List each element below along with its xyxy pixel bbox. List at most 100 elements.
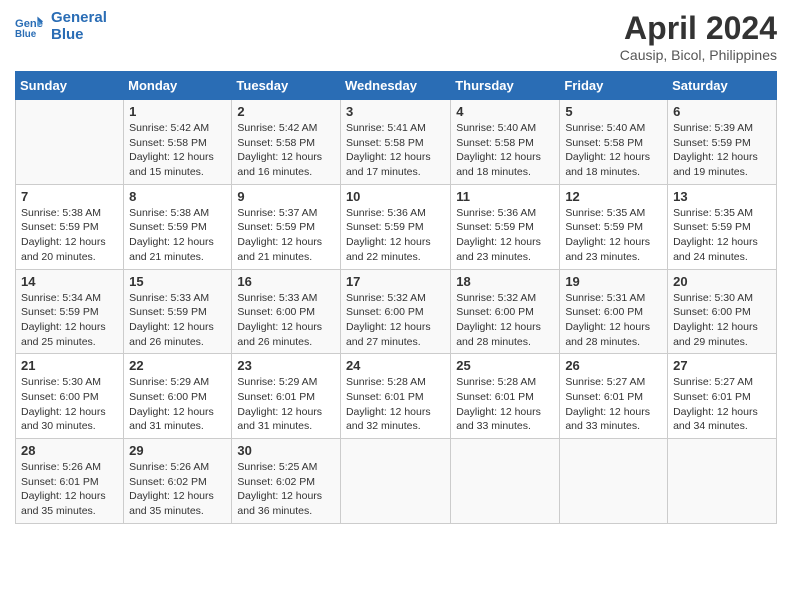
calendar-cell: 9 Sunrise: 5:37 AM Sunset: 5:59 PM Daylig…: [232, 184, 341, 269]
header-row: SundayMondayTuesdayWednesdayThursdayFrid…: [16, 72, 777, 100]
day-info: Sunrise: 5:29 AM Sunset: 6:01 PM Dayligh…: [237, 375, 335, 434]
day-number: 8: [129, 189, 226, 204]
calendar-cell: 26 Sunrise: 5:27 AM Sunset: 6:01 PM Dayli…: [560, 354, 668, 439]
day-number: 12: [565, 189, 662, 204]
day-info: Sunrise: 5:25 AM Sunset: 6:02 PM Dayligh…: [237, 460, 335, 519]
weekday-header-friday: Friday: [560, 72, 668, 100]
calendar-cell: 28 Sunrise: 5:26 AM Sunset: 6:01 PM Dayli…: [16, 439, 124, 524]
weekday-header-thursday: Thursday: [451, 72, 560, 100]
day-number: 26: [565, 358, 662, 373]
day-number: 25: [456, 358, 554, 373]
calendar-cell: 18Sunrise: 5:32 AM Sunset: 6:00 PM Dayli…: [451, 269, 560, 354]
calendar-cell: 23 Sunrise: 5:29 AM Sunset: 6:01 PM Dayli…: [232, 354, 341, 439]
day-number: 11: [456, 189, 554, 204]
calendar-cell: 7Sunrise: 5:38 AM Sunset: 5:59 PM Daylig…: [16, 184, 124, 269]
day-info: Sunrise: 5:29 AM Sunset: 6:00 PM Dayligh…: [129, 375, 226, 434]
day-number: 6: [673, 104, 771, 119]
day-number: 17: [346, 274, 445, 289]
day-number: 21: [21, 358, 118, 373]
calendar-cell: 16 Sunrise: 5:33 AM Sunset: 6:00 PM Dayli…: [232, 269, 341, 354]
week-row-4: 21 Sunrise: 5:30 AM Sunset: 6:00 PM Dayli…: [16, 354, 777, 439]
day-info: Sunrise: 5:32 AM Sunset: 6:00 PM Dayligh…: [456, 291, 554, 350]
calendar-cell: 17 Sunrise: 5:32 AM Sunset: 6:00 PM Dayli…: [340, 269, 450, 354]
day-info: Sunrise: 5:38 AM Sunset: 5:59 PM Dayligh…: [21, 206, 118, 265]
weekday-header-saturday: Saturday: [668, 72, 777, 100]
calendar-cell: 11Sunrise: 5:36 AM Sunset: 5:59 PM Dayli…: [451, 184, 560, 269]
calendar-cell: 21 Sunrise: 5:30 AM Sunset: 6:00 PM Dayli…: [16, 354, 124, 439]
day-info: Sunrise: 5:41 AM Sunset: 5:58 PM Dayligh…: [346, 121, 445, 180]
calendar-cell: 1 Sunrise: 5:42 AM Sunset: 5:58 PM Daylig…: [124, 100, 232, 185]
day-info: Sunrise: 5:40 AM Sunset: 5:58 PM Dayligh…: [456, 121, 554, 180]
day-info: Sunrise: 5:33 AM Sunset: 6:00 PM Dayligh…: [237, 291, 335, 350]
calendar-cell: 2Sunrise: 5:42 AM Sunset: 5:58 PM Daylig…: [232, 100, 341, 185]
day-info: Sunrise: 5:42 AM Sunset: 5:58 PM Dayligh…: [237, 121, 335, 180]
calendar-cell: [451, 439, 560, 524]
day-number: 30: [237, 443, 335, 458]
day-number: 13: [673, 189, 771, 204]
day-info: Sunrise: 5:35 AM Sunset: 5:59 PM Dayligh…: [673, 206, 771, 265]
day-info: Sunrise: 5:39 AM Sunset: 5:59 PM Dayligh…: [673, 121, 771, 180]
calendar-cell: 8 Sunrise: 5:38 AM Sunset: 5:59 PM Daylig…: [124, 184, 232, 269]
day-info: Sunrise: 5:26 AM Sunset: 6:01 PM Dayligh…: [21, 460, 118, 519]
calendar-cell: [340, 439, 450, 524]
day-number: 29: [129, 443, 226, 458]
calendar-cell: 13 Sunrise: 5:35 AM Sunset: 5:59 PM Dayli…: [668, 184, 777, 269]
calendar-cell: [560, 439, 668, 524]
day-info: Sunrise: 5:40 AM Sunset: 5:58 PM Dayligh…: [565, 121, 662, 180]
logo-text: GeneralBlue: [51, 10, 107, 43]
day-number: 3: [346, 104, 445, 119]
svg-text:Blue: Blue: [15, 28, 37, 39]
day-info: Sunrise: 5:28 AM Sunset: 6:01 PM Dayligh…: [346, 375, 445, 434]
day-info: Sunrise: 5:30 AM Sunset: 6:00 PM Dayligh…: [673, 291, 771, 350]
day-info: Sunrise: 5:27 AM Sunset: 6:01 PM Dayligh…: [565, 375, 662, 434]
day-info: Sunrise: 5:32 AM Sunset: 6:00 PM Dayligh…: [346, 291, 445, 350]
calendar-cell: 10 Sunrise: 5:36 AM Sunset: 5:59 PM Dayli…: [340, 184, 450, 269]
calendar-cell: 3 Sunrise: 5:41 AM Sunset: 5:58 PM Daylig…: [340, 100, 450, 185]
day-number: 22: [129, 358, 226, 373]
day-info: Sunrise: 5:34 AM Sunset: 5:59 PM Dayligh…: [21, 291, 118, 350]
day-number: 23: [237, 358, 335, 373]
day-info: Sunrise: 5:31 AM Sunset: 6:00 PM Dayligh…: [565, 291, 662, 350]
calendar-cell: 19Sunrise: 5:31 AM Sunset: 6:00 PM Dayli…: [560, 269, 668, 354]
calendar-cell: 20 Sunrise: 5:30 AM Sunset: 6:00 PM Dayli…: [668, 269, 777, 354]
day-info: Sunrise: 5:26 AM Sunset: 6:02 PM Dayligh…: [129, 460, 226, 519]
day-info: Sunrise: 5:35 AM Sunset: 5:59 PM Dayligh…: [565, 206, 662, 265]
day-info: Sunrise: 5:27 AM Sunset: 6:01 PM Dayligh…: [673, 375, 771, 434]
day-number: 1: [129, 104, 226, 119]
day-number: 10: [346, 189, 445, 204]
day-info: Sunrise: 5:37 AM Sunset: 5:59 PM Dayligh…: [237, 206, 335, 265]
day-info: Sunrise: 5:30 AM Sunset: 6:00 PM Dayligh…: [21, 375, 118, 434]
day-number: 27: [673, 358, 771, 373]
calendar-cell: 24Sunrise: 5:28 AM Sunset: 6:01 PM Dayli…: [340, 354, 450, 439]
logo-icon: General Blue: [15, 13, 43, 41]
calendar-cell: 15Sunrise: 5:33 AM Sunset: 5:59 PM Dayli…: [124, 269, 232, 354]
day-info: Sunrise: 5:36 AM Sunset: 5:59 PM Dayligh…: [346, 206, 445, 265]
calendar-cell: 12 Sunrise: 5:35 AM Sunset: 5:59 PM Dayli…: [560, 184, 668, 269]
day-number: 15: [129, 274, 226, 289]
calendar-cell: 22 Sunrise: 5:29 AM Sunset: 6:00 PM Dayli…: [124, 354, 232, 439]
week-row-5: 28 Sunrise: 5:26 AM Sunset: 6:01 PM Dayli…: [16, 439, 777, 524]
day-number: 4: [456, 104, 554, 119]
day-number: 14: [21, 274, 118, 289]
weekday-header-monday: Monday: [124, 72, 232, 100]
weekday-header-wednesday: Wednesday: [340, 72, 450, 100]
day-number: 16: [237, 274, 335, 289]
calendar-cell: 27 Sunrise: 5:27 AM Sunset: 6:01 PM Dayli…: [668, 354, 777, 439]
month-title: April 2024: [620, 10, 777, 47]
day-number: 28: [21, 443, 118, 458]
calendar-table: SundayMondayTuesdayWednesdayThursdayFrid…: [15, 71, 777, 524]
day-info: Sunrise: 5:42 AM Sunset: 5:58 PM Dayligh…: [129, 121, 226, 180]
day-number: 9: [237, 189, 335, 204]
week-row-3: 14 Sunrise: 5:34 AM Sunset: 5:59 PM Dayli…: [16, 269, 777, 354]
logo: General Blue GeneralBlue: [15, 10, 107, 43]
title-area: April 2024 Causip, Bicol, Philippines: [620, 10, 777, 63]
day-number: 20: [673, 274, 771, 289]
day-number: 5: [565, 104, 662, 119]
calendar-cell: 5 Sunrise: 5:40 AM Sunset: 5:58 PM Daylig…: [560, 100, 668, 185]
day-info: Sunrise: 5:38 AM Sunset: 5:59 PM Dayligh…: [129, 206, 226, 265]
header: General Blue GeneralBlue April 2024 Caus…: [15, 10, 777, 63]
calendar-cell: [668, 439, 777, 524]
location-subtitle: Causip, Bicol, Philippines: [620, 47, 777, 63]
week-row-1: 1 Sunrise: 5:42 AM Sunset: 5:58 PM Daylig…: [16, 100, 777, 185]
calendar-cell: 25Sunrise: 5:28 AM Sunset: 6:01 PM Dayli…: [451, 354, 560, 439]
